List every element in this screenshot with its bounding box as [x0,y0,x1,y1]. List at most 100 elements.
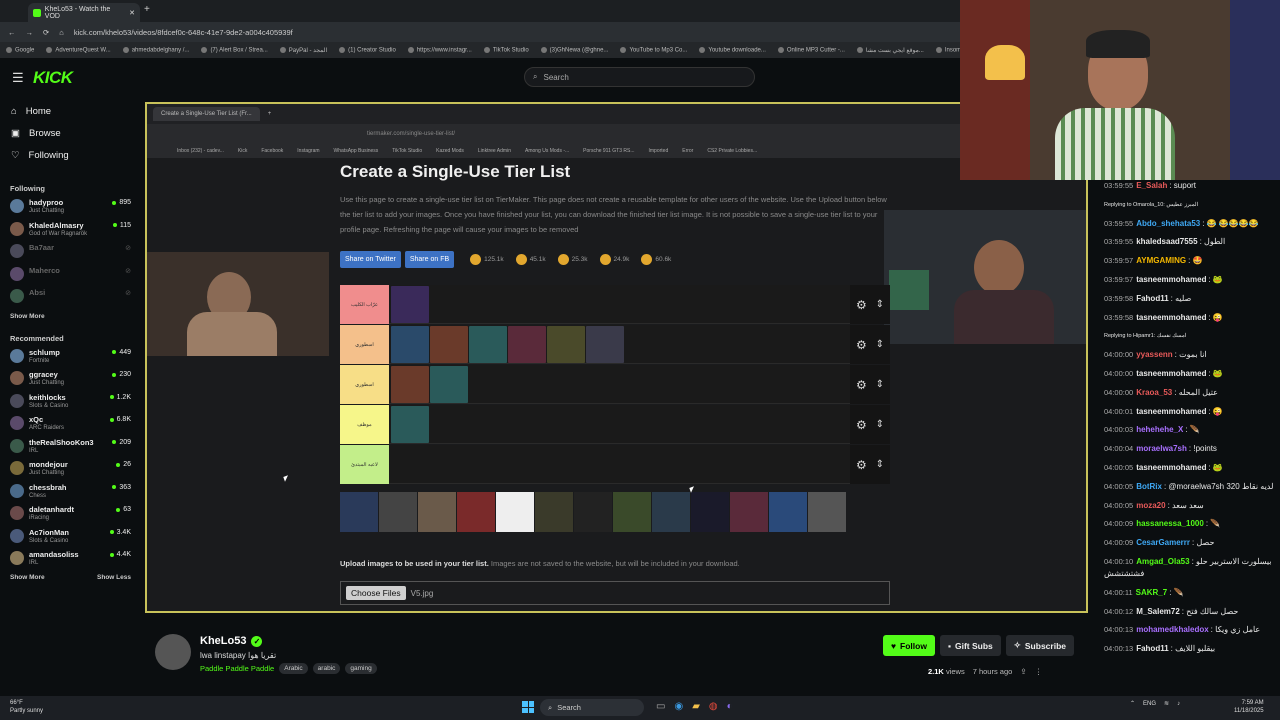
chat-username[interactable]: Abdo_shehata53 [1136,219,1200,228]
bookmark-item[interactable]: (3)GhNewa (@ghne... [541,47,609,53]
volume-icon[interactable]: ♪ [1177,701,1180,707]
chat-message[interactable]: 04:00:05 BotRix: @moraelwa7sh لديه نقاط 3… [1104,481,1274,493]
bookmark-item[interactable]: (7) Alert Box / Strea... [201,47,267,53]
chat-username[interactable]: tasneemmohamed [1136,275,1206,284]
bookmark-item[interactable]: TikTok Studio [484,47,529,53]
channel-item[interactable]: KhaledAlmasry God of War Ragnarök 115 [0,221,140,244]
chat-username[interactable]: tasneemmohamed [1136,407,1206,416]
chat-message[interactable]: 04:00:10 Amgad_Ola53: بيسلورت الاستربير ح… [1104,556,1274,580]
bookmark-item[interactable]: Insomniac Events Gl... [936,47,960,53]
chat-message[interactable]: 04:00:12 M_Salem72: حصل سالك فتح [1104,606,1274,618]
channel-item[interactable]: Ba7aar ⊘ [0,243,140,266]
chat-message[interactable]: 04:00:05 moza20: سعد سعد [1104,500,1274,512]
channel-item[interactable]: Absi ⊘ [0,288,140,311]
home-icon[interactable]: ⌂ [59,28,64,37]
chat-username[interactable]: AYMGAMING [1136,256,1186,265]
reload-icon[interactable]: ⟳ [43,28,49,37]
search-input[interactable]: ⌕ Search [524,67,755,87]
chat-message[interactable]: 03:59:57 tasneemmohamed: 🐸 [1104,274,1274,286]
chat-username[interactable]: mohamedkhaledox [1136,625,1208,634]
address-bar[interactable]: ← → ⟳ ⌂ kick.com/khelo53/videos/8fdcef0c… [0,22,960,42]
back-icon[interactable]: ← [8,28,16,37]
chat-message[interactable]: 03:59:55 Abdo_shehata53: 😂 😂😂😂😂 [1104,218,1274,230]
chat-username[interactable]: Kraoa_53 [1136,388,1172,397]
bookmark-item[interactable]: PayPal - المجد [280,47,327,54]
tab-close-icon[interactable]: ✕ [129,9,135,17]
wifi-icon[interactable]: ≋ [1164,700,1169,707]
bookmark-item[interactable]: (1) Creator Studio [339,47,396,53]
edge-icon[interactable]: ◉ [674,701,683,712]
chat-username[interactable]: E_Salah [1136,181,1167,190]
channel-item[interactable]: chessbrah Chess 363 [0,483,140,506]
windows-start-icon[interactable] [522,701,534,713]
bookmark-item[interactable]: موقع ايجي بست مشا... [857,47,924,54]
chat-username[interactable]: khaledsaad7555 [1136,237,1197,246]
chat-message[interactable]: 04:00:03 hehehehe_X: 🪶 [1104,424,1274,436]
bookmark-item[interactable]: Google [6,47,34,53]
stream-category[interactable]: Paddle Paddle Paddle [200,664,274,673]
bookmark-item[interactable]: Youtube downloade... [699,47,766,53]
streamer-name[interactable]: KheLo53 [200,635,246,647]
chat-username[interactable]: moza20 [1136,501,1165,510]
chat-username[interactable]: CesarGamerrr [1136,538,1190,547]
chat-username[interactable]: yyassenn [1136,350,1172,359]
url-text[interactable]: kick.com/khelo53/videos/8fdcef0c-648c-41… [74,28,293,37]
clock[interactable]: 7:59 AM 11/18/2025 [1234,699,1264,715]
menu-icon[interactable]: ☰ [12,70,24,86]
chat-message[interactable]: 04:00:11 SAKR_7: 🪶 [1104,587,1274,599]
task-view-icon[interactable]: ▭ [656,701,665,712]
chat-message[interactable]: 03:59:57 AYMGAMING: 🤩 [1104,255,1274,267]
chat-message[interactable]: 04:00:01 tasneemmohamed: 😜 [1104,406,1274,418]
channel-item[interactable]: ggracey Just Chatting 230 [0,370,140,393]
chat-username[interactable]: Fahod11 [1136,644,1168,653]
show-more-recommended[interactable]: Show More [0,574,45,581]
bookmark-item[interactable]: https://www.instagr... [408,47,472,53]
channel-item[interactable]: Maherco ⊘ [0,266,140,289]
chevron-up-icon[interactable]: ⌃ [1130,700,1135,707]
bookmark-item[interactable]: Online MP3 Cutter -... [778,47,845,53]
more-icon[interactable]: ⋮ [1035,667,1043,676]
chat-username[interactable]: tasneemmohamed [1136,463,1206,472]
weather-widget[interactable]: 66°F Partly sunny [10,699,43,715]
show-less-recommended[interactable]: Show Less [87,574,131,581]
channel-item[interactable]: keithlocks Slots & Casino 1.2K [0,393,140,416]
chat-username[interactable]: SAKR_7 [1136,588,1168,597]
folder-icon[interactable]: ▰ [692,701,700,712]
follow-button[interactable]: ♥ Follow [883,635,935,656]
avatar[interactable] [155,634,191,670]
channel-item[interactable]: mondejour Just Chatting 26 [0,460,140,483]
nav-browse[interactable]: ▣ Browse [0,122,140,144]
browser-tab[interactable]: KheLo53 - Watch the VOD ✕ [28,3,140,22]
tag[interactable]: arabic [312,663,341,674]
chat-message[interactable]: 04:00:13 mohamedkhaledox: عامل زي ويكا [1104,624,1274,636]
share-icon[interactable]: ⇪ [1020,667,1026,676]
gift-subs-button[interactable]: ▪ Gift Subs [939,635,1001,656]
chat-message[interactable]: 03:59:58 tasneemmohamed: 😜 [1104,312,1274,324]
nav-home[interactable]: ⌂ Home [0,100,140,122]
chat-username[interactable]: tasneemmohamed [1136,369,1206,378]
kick-logo[interactable]: KICK [33,68,73,88]
lang-indicator[interactable]: ENG [1143,701,1156,707]
discord-icon[interactable]: ◐ [727,701,733,712]
video-player[interactable]: Create a Single-Use Tier List (Fr... + t… [145,102,1088,613]
chat-message[interactable]: 04:00:05 tasneemmohamed: 🐸 [1104,462,1274,474]
forward-icon[interactable]: → [26,28,34,37]
chat-message[interactable]: 04:00:09 hassanessa_1000: 🪶 [1104,518,1274,530]
chat-message[interactable]: 04:00:04 moraelwa7sh: !points [1104,443,1274,455]
chat-username[interactable]: M_Salem72 [1136,607,1180,616]
channel-item[interactable]: xQc ARC Raiders 6.8K [0,415,140,438]
channel-item[interactable]: daletanhardt iRacing 63 [0,505,140,528]
new-tab-icon[interactable]: + [144,4,150,15]
chat-username[interactable]: Amgad_Ola53 [1136,557,1189,566]
chat-username[interactable]: moraelwa7sh [1136,444,1187,453]
chat-message[interactable]: 04:00:09 CesarGamerrr: حصل [1104,537,1274,549]
chat-username[interactable]: hehehehe_X [1136,425,1183,434]
channel-item[interactable]: amandasoliss IRL 4.4K [0,550,140,573]
tag[interactable]: Arabic [279,663,308,674]
chat-username[interactable]: Fahod11 [1136,294,1168,303]
chat-message[interactable]: 04:00:00 Kraoa_53: عتيل المحله [1104,387,1274,399]
bookmark-item[interactable]: AdventureQuest W... [46,47,110,53]
chat-message[interactable]: 03:59:58 Fahod11: صليه [1104,293,1274,305]
chat-message[interactable]: 03:59:55 E_Salah: suport [1104,180,1274,192]
channel-item[interactable]: Ac7ionMan Slots & Casino 3.4K [0,528,140,551]
